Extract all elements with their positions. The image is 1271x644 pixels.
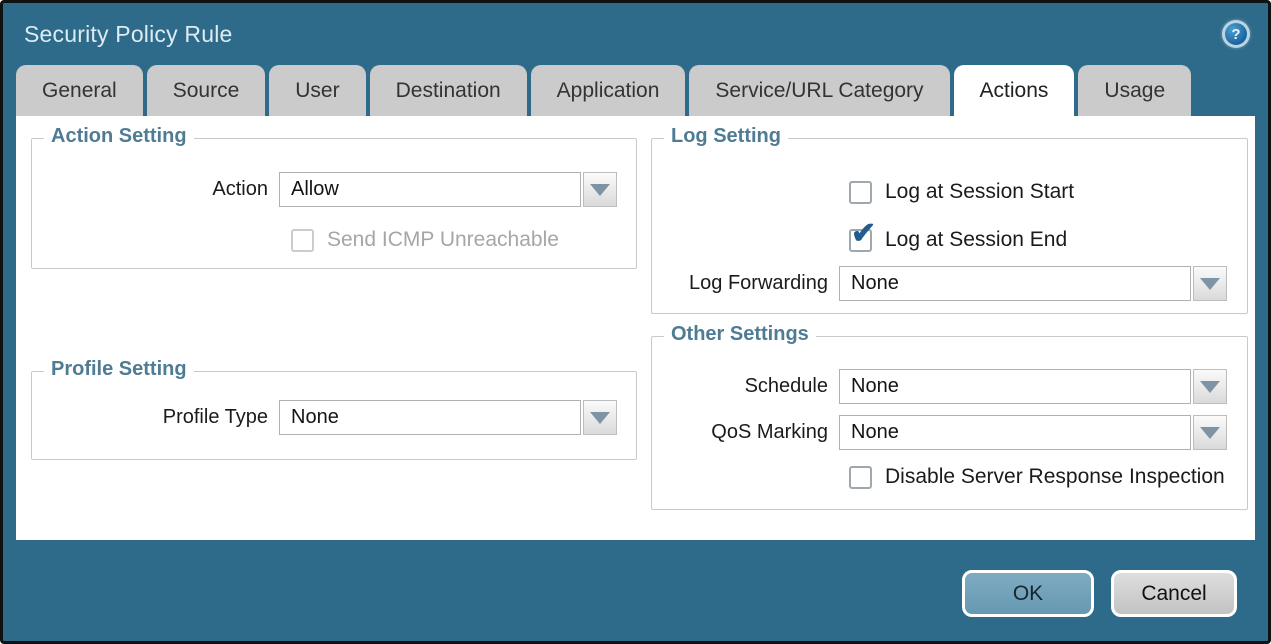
other-settings-group: Other Settings Schedule None QoS Marking… — [651, 336, 1248, 510]
log-at-session-start-row: ✔ Log at Session Start — [849, 180, 1074, 204]
disable-server-response-inspection-label: Disable Server Response Inspection — [885, 465, 1225, 489]
schedule-row: Schedule None — [652, 369, 1227, 404]
other-settings-legend: Other Settings — [664, 323, 816, 346]
log-forwarding-dropdown-value[interactable]: None — [839, 266, 1191, 301]
profile-setting-legend: Profile Setting — [44, 358, 194, 381]
schedule-dropdown-value[interactable]: None — [839, 369, 1191, 404]
log-forwarding-dropdown[interactable]: None — [839, 266, 1227, 301]
chevron-down-icon — [590, 184, 610, 196]
schedule-label: Schedule — [652, 375, 839, 398]
log-forwarding-label: Log Forwarding — [652, 272, 839, 295]
chevron-down-icon — [1200, 427, 1220, 439]
log-at-session-start-checkbox[interactable]: ✔ — [849, 181, 872, 204]
log-at-session-end-label: Log at Session End — [885, 228, 1067, 252]
schedule-dropdown[interactable]: None — [839, 369, 1227, 404]
log-forwarding-row: Log Forwarding None — [652, 266, 1227, 301]
chevron-down-icon — [590, 412, 610, 424]
tab-source[interactable]: Source — [147, 65, 266, 116]
qos-marking-label: QoS Marking — [652, 421, 839, 444]
qos-marking-row: QoS Marking None — [652, 415, 1227, 450]
action-setting-legend: Action Setting — [44, 125, 194, 148]
profile-type-dropdown-button[interactable] — [583, 400, 617, 435]
dialog-title: Security Policy Rule — [24, 21, 233, 48]
send-icmp-unreachable-row: ✔ Send ICMP Unreachable — [291, 228, 559, 252]
help-icon[interactable]: ? — [1222, 20, 1250, 48]
send-icmp-unreachable-checkbox: ✔ — [291, 229, 314, 252]
action-row: Action Allow — [32, 172, 617, 207]
chevron-down-icon — [1200, 278, 1220, 290]
chevron-down-icon — [1200, 381, 1220, 393]
profile-type-row: Profile Type None — [32, 400, 617, 435]
log-at-session-end-row: ✔ Log at Session End — [849, 228, 1067, 252]
log-forwarding-dropdown-button[interactable] — [1193, 266, 1227, 301]
profile-type-dropdown-value[interactable]: None — [279, 400, 581, 435]
log-at-session-start-label: Log at Session Start — [885, 180, 1074, 204]
disable-server-response-inspection-row: ✔ Disable Server Response Inspection — [849, 465, 1225, 489]
profile-setting-group: Profile Setting Profile Type None — [31, 371, 637, 460]
send-icmp-unreachable-label: Send ICMP Unreachable — [327, 228, 559, 252]
qos-marking-dropdown-value[interactable]: None — [839, 415, 1191, 450]
security-policy-rule-dialog: Security Policy Rule ? General Source Us… — [0, 0, 1271, 644]
disable-server-response-inspection-checkbox[interactable]: ✔ — [849, 466, 872, 489]
tab-bar: General Source User Destination Applicat… — [3, 65, 1268, 116]
tab-actions[interactable]: Actions — [954, 65, 1075, 116]
action-dropdown-button[interactable] — [583, 172, 617, 207]
action-setting-group: Action Setting Action Allow ✔ Send ICMP … — [31, 138, 637, 269]
footer: OK Cancel — [962, 570, 1237, 617]
schedule-dropdown-button[interactable] — [1193, 369, 1227, 404]
action-dropdown-value[interactable]: Allow — [279, 172, 581, 207]
tab-general[interactable]: General — [16, 65, 143, 116]
profile-type-label: Profile Type — [32, 406, 279, 429]
profile-type-dropdown[interactable]: None — [279, 400, 617, 435]
tab-application[interactable]: Application — [531, 65, 686, 116]
log-setting-group: Log Setting ✔ Log at Session Start ✔ Log… — [651, 138, 1248, 314]
tab-destination[interactable]: Destination — [370, 65, 527, 116]
tab-usage[interactable]: Usage — [1078, 65, 1191, 116]
qos-marking-dropdown-button[interactable] — [1193, 415, 1227, 450]
titlebar: Security Policy Rule ? — [3, 3, 1268, 65]
ok-button[interactable]: OK — [962, 570, 1094, 617]
checkmark-icon: ✔ — [851, 219, 876, 249]
cancel-button[interactable]: Cancel — [1111, 570, 1237, 617]
qos-marking-dropdown[interactable]: None — [839, 415, 1227, 450]
log-at-session-end-checkbox[interactable]: ✔ — [849, 229, 872, 252]
tab-service-url-category[interactable]: Service/URL Category — [689, 65, 949, 116]
tab-user[interactable]: User — [269, 65, 365, 116]
action-dropdown[interactable]: Allow — [279, 172, 617, 207]
log-setting-legend: Log Setting — [664, 125, 788, 148]
question-mark-glyph: ? — [1225, 23, 1247, 45]
action-label: Action — [32, 178, 279, 201]
actions-tab-panel: Action Setting Action Allow ✔ Send ICMP … — [16, 116, 1255, 540]
